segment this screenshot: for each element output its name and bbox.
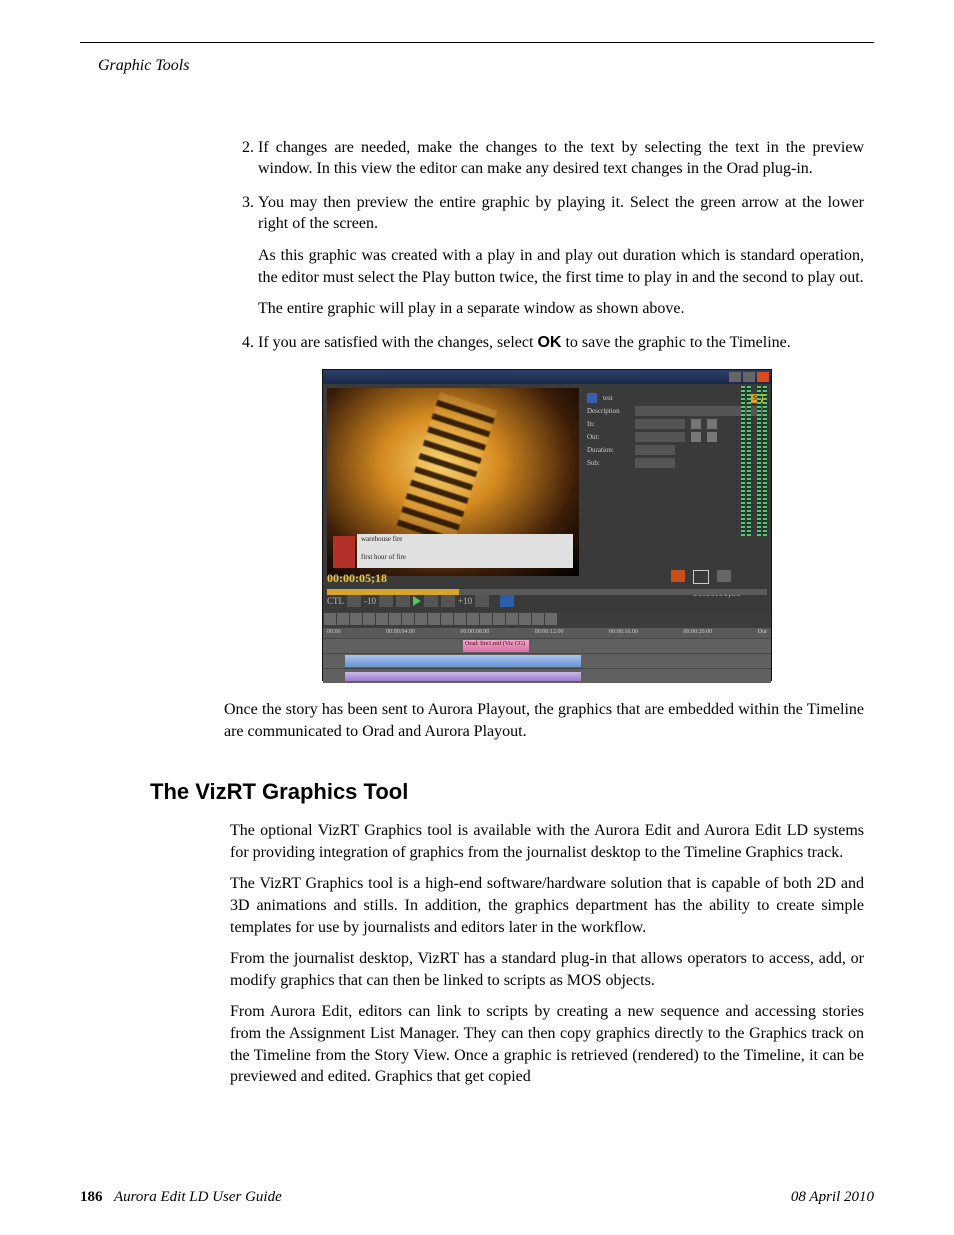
tool-button[interactable] — [441, 613, 453, 625]
step-4: If you are satisfied with the changes, s… — [258, 332, 864, 354]
graphics-track[interactable]: Orad: fire1.mif (Viz CG) — [323, 639, 771, 653]
minimize-icon[interactable] — [729, 372, 741, 382]
goto-in-button[interactable] — [707, 419, 717, 429]
editor-screenshot: warehouse fire first hour of fire test S… — [322, 369, 772, 681]
insert-button[interactable] — [500, 595, 514, 607]
play-button[interactable] — [413, 596, 421, 606]
audio-clip[interactable] — [345, 672, 581, 680]
in-input[interactable] — [635, 419, 685, 429]
timecode-display: 00:00:05;18 — [327, 570, 767, 586]
sub-input[interactable] — [635, 458, 675, 468]
audio-meters — [741, 386, 767, 536]
goto-start-button[interactable] — [347, 595, 361, 607]
step-4-text-b: to save the graphic to the Timeline. — [561, 334, 790, 351]
in-label: In: — [587, 420, 629, 429]
goto-end-button[interactable] — [475, 595, 489, 607]
page-number: 186 — [80, 1189, 103, 1205]
procedure-list: If changes are needed, make the changes … — [230, 137, 864, 354]
video-track[interactable] — [323, 654, 771, 668]
tool-button[interactable] — [402, 613, 414, 625]
ffwd-button[interactable] — [441, 595, 455, 607]
step-2: If changes are needed, make the changes … — [258, 137, 864, 180]
tool-button[interactable] — [350, 613, 362, 625]
running-head: Graphic Tools — [98, 55, 874, 77]
tool-button[interactable] — [324, 613, 336, 625]
tool-button[interactable] — [454, 613, 466, 625]
tool-button[interactable] — [428, 613, 440, 625]
footer-title: Aurora Edit LD User Guide — [114, 1189, 282, 1205]
step-back-button[interactable] — [396, 595, 410, 607]
tool-button[interactable] — [376, 613, 388, 625]
footer-date: 08 April 2010 — [791, 1187, 874, 1207]
clip-name: test — [603, 394, 613, 403]
timeline-toolbar — [323, 612, 771, 628]
ok-label: OK — [537, 334, 561, 351]
tool-button[interactable] — [519, 613, 531, 625]
tool-button[interactable] — [363, 613, 375, 625]
tool-button[interactable] — [545, 613, 557, 625]
cg-color-block — [333, 536, 355, 568]
cg-line2[interactable]: first hour of fire — [357, 552, 573, 568]
ruler-tick: Dur — [758, 628, 767, 638]
tool-button[interactable] — [506, 613, 518, 625]
mark-out-button[interactable] — [691, 432, 701, 442]
out-input[interactable] — [635, 432, 685, 442]
ruler-tick: 00:00:08.00 — [460, 628, 489, 638]
minus10-label[interactable]: -10 — [364, 595, 376, 607]
footer-left: 186 Aurora Edit LD User Guide — [80, 1187, 282, 1207]
window-titlebar — [323, 370, 771, 384]
cg-line1[interactable]: warehouse fire — [357, 534, 573, 552]
plus10-label[interactable]: +10 — [458, 595, 472, 607]
step-3-para1: As this graphic was created with a play … — [258, 245, 864, 288]
progress-bar[interactable] — [327, 589, 767, 595]
top-rule — [80, 42, 874, 43]
section2-body: The optional VizRT Graphics tool is avai… — [230, 820, 864, 1088]
duration-label: Duration: — [587, 446, 629, 455]
clip-properties-panel: test SD Description In: Out: Duration: S… — [583, 384, 771, 580]
clip-icon — [587, 393, 597, 403]
out-label: Out: — [587, 433, 629, 442]
mark-in-button[interactable] — [691, 419, 701, 429]
page-footer: 186 Aurora Edit LD User Guide 08 April 2… — [80, 1187, 874, 1207]
s2-p2: The VizRT Graphics tool is a high-end so… — [230, 873, 864, 938]
description-label: Description — [587, 407, 629, 416]
tool-button[interactable] — [415, 613, 427, 625]
goto-out-button[interactable] — [707, 432, 717, 442]
maximize-icon[interactable] — [743, 372, 755, 382]
preview-monitor: warehouse fire first hour of fire — [327, 388, 579, 576]
step-4-text-a: If you are satisfied with the changes, s… — [258, 334, 537, 351]
graphics-clip[interactable]: Orad: fire1.mif (Viz CG) — [463, 640, 529, 652]
video-clip[interactable] — [345, 655, 581, 667]
duration-value — [635, 445, 675, 455]
section-heading-vizrt: The VizRT Graphics Tool — [150, 777, 874, 807]
close-icon[interactable] — [757, 372, 769, 382]
transport-bar: 00:00:05;18 CTL -10 +10 — [327, 568, 767, 598]
ruler-tick: 00:00 — [327, 628, 341, 638]
tool-button[interactable] — [480, 613, 492, 625]
tool-button[interactable] — [389, 613, 401, 625]
rewind-button[interactable] — [379, 595, 393, 607]
s2-p3: From the journalist desktop, VizRT has a… — [230, 948, 864, 991]
timeline-ruler[interactable]: 00:00 00:00:04.00 00:00:08.00 00:00:12.0… — [323, 628, 771, 638]
ruler-tick: 00:00:16.00 — [609, 628, 638, 638]
sub-label: Sub: — [587, 459, 629, 468]
ruler-tick: 00:00:12.00 — [535, 628, 564, 638]
tool-button[interactable] — [467, 613, 479, 625]
timeline-panel: 00:00 00:00:04.00 00:00:08.00 00:00:12.0… — [323, 612, 771, 680]
s2-p4: From Aurora Edit, editors can link to sc… — [230, 1001, 864, 1087]
ruler-tick: 00:00:04.00 — [386, 628, 415, 638]
after-figure-para: Once the story has been sent to Aurora P… — [224, 699, 864, 742]
s2-p1: The optional VizRT Graphics tool is avai… — [230, 820, 864, 863]
tool-button[interactable] — [493, 613, 505, 625]
step-fwd-button[interactable] — [424, 595, 438, 607]
body-column: If changes are needed, make the changes … — [230, 137, 864, 743]
tool-button[interactable] — [532, 613, 544, 625]
ruler-tick: 00:00:20.00 — [683, 628, 712, 638]
tool-button[interactable] — [337, 613, 349, 625]
step-3: You may then preview the entire graphic … — [258, 192, 864, 320]
step-3-text: You may then preview the entire graphic … — [258, 194, 864, 233]
audio-track[interactable] — [323, 669, 771, 683]
step-3-para2: The entire graphic will play in a separa… — [258, 298, 864, 320]
ctl-label: CTL — [327, 595, 344, 607]
